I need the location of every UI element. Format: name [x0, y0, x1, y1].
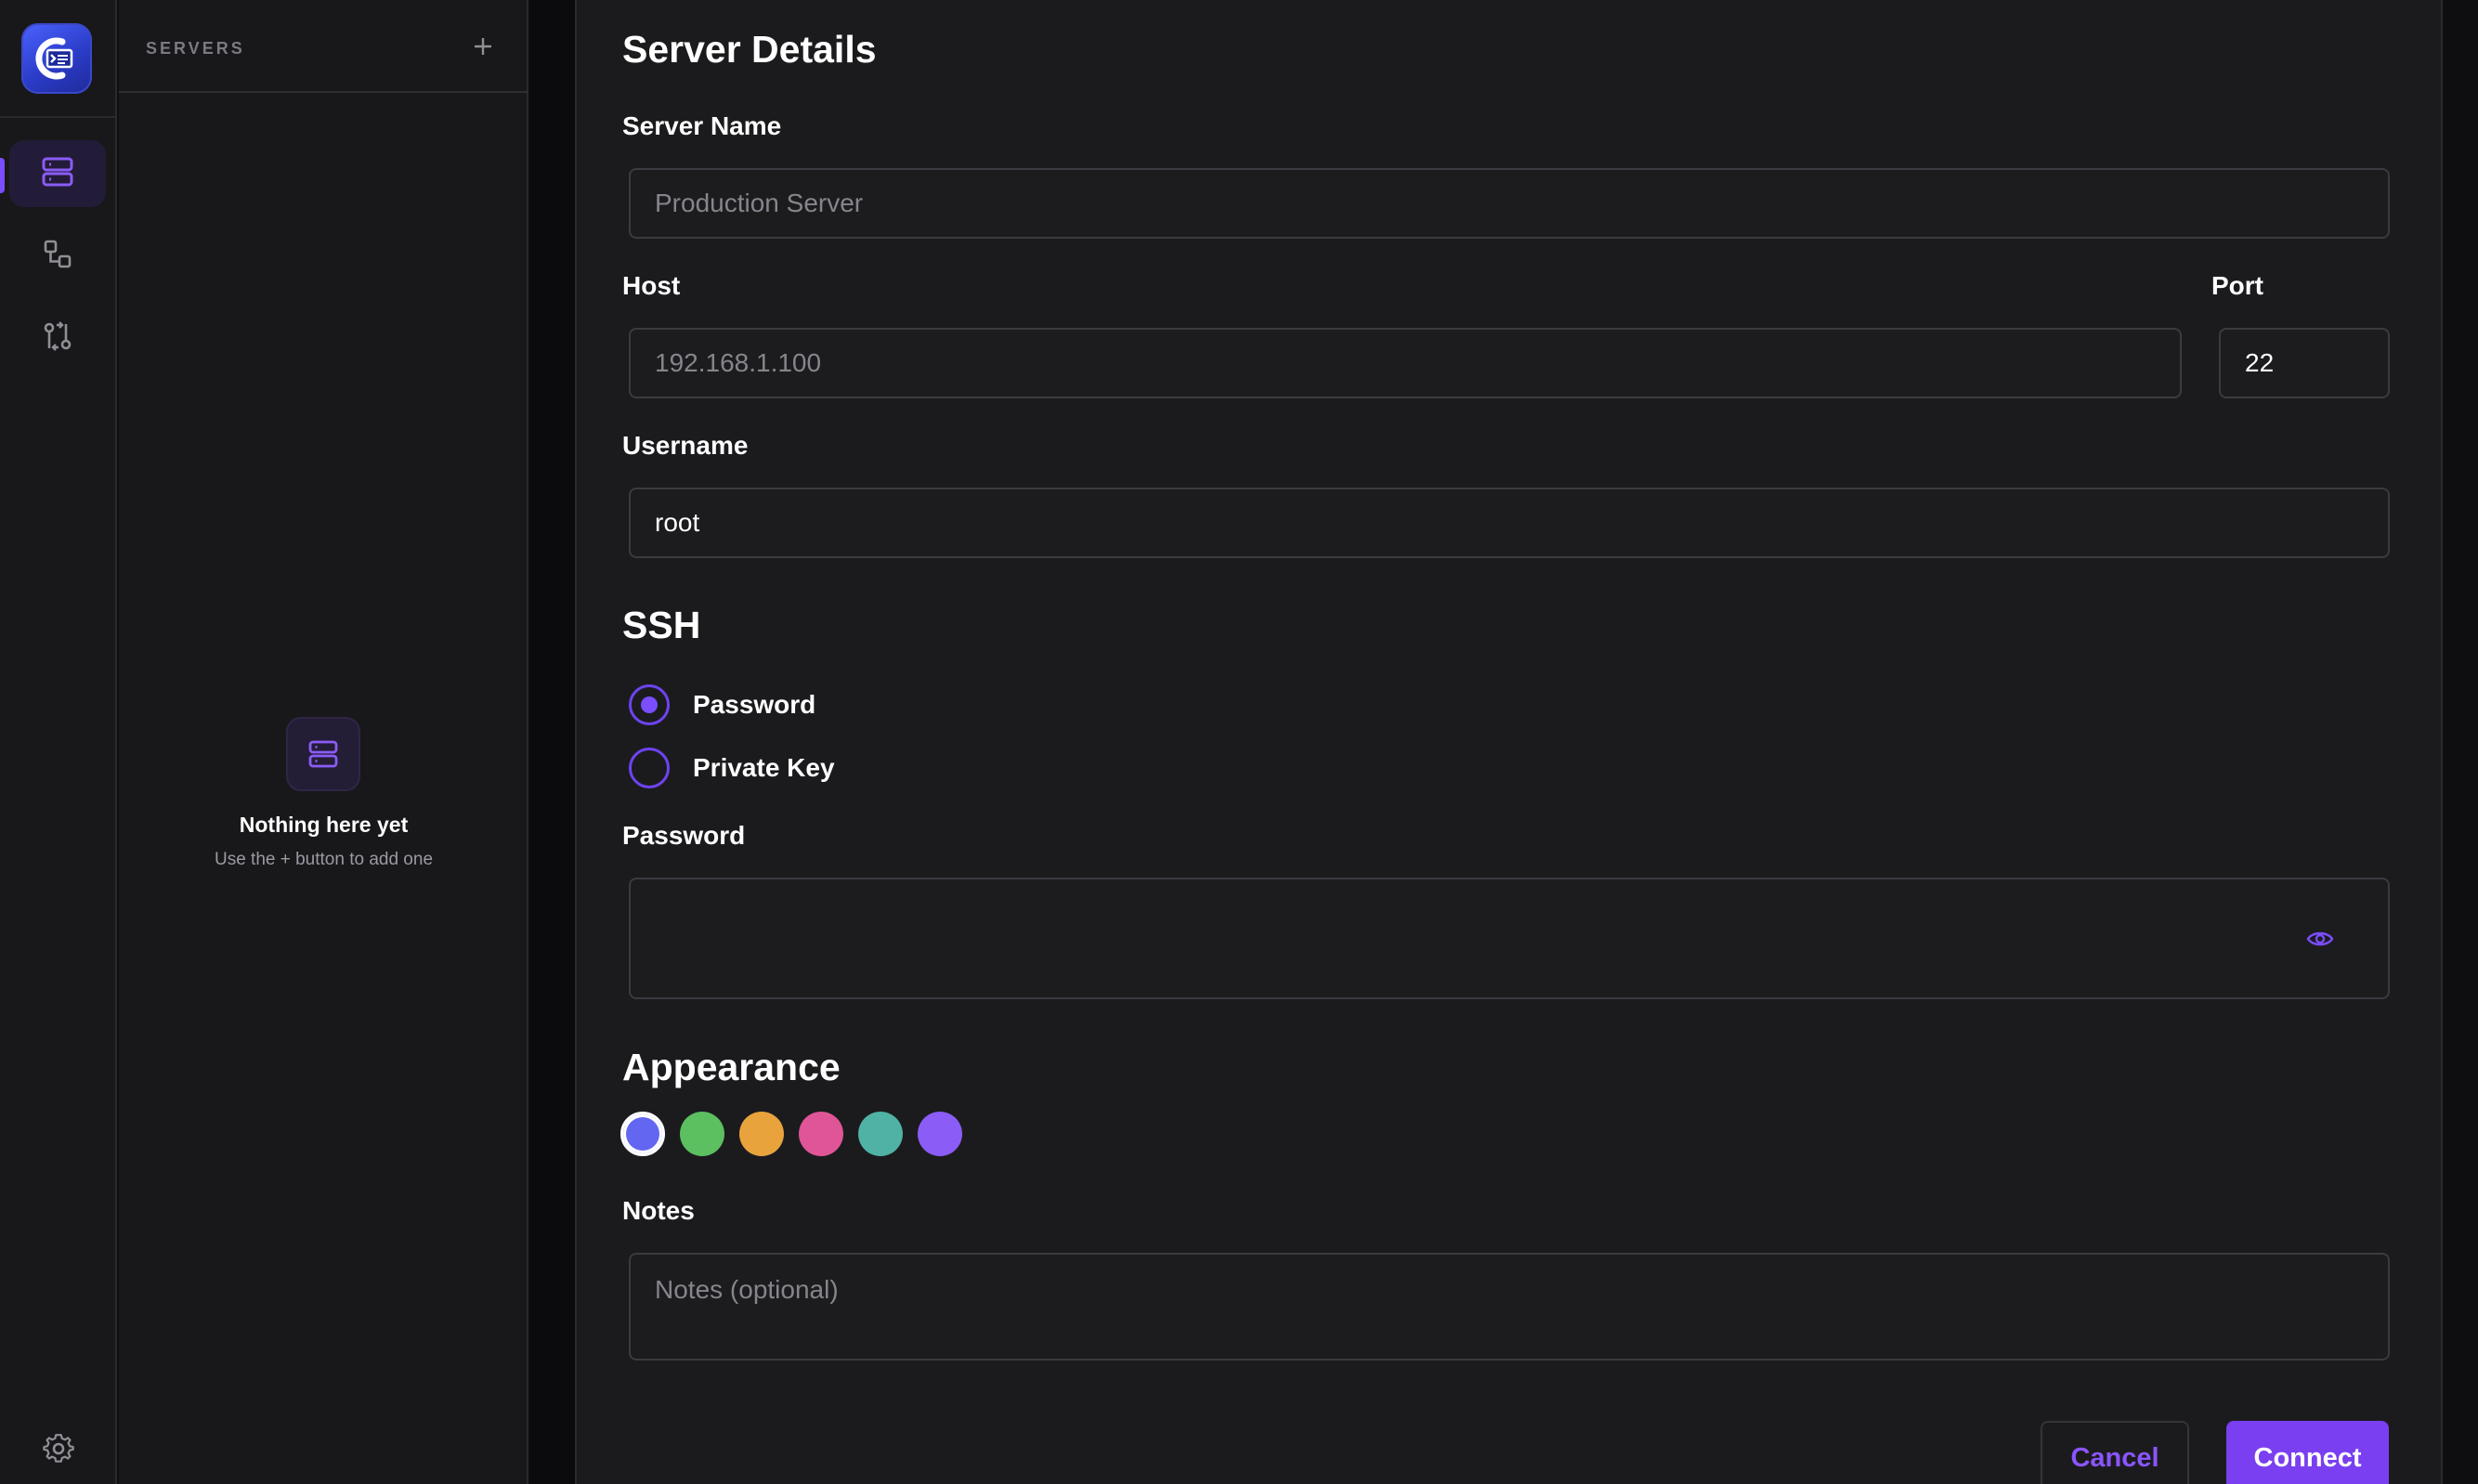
port-label: Port — [2211, 271, 2263, 300]
ssh-private-key-radio-label[interactable]: Private Key — [693, 753, 835, 783]
color-swatch-3[interactable] — [739, 1112, 784, 1156]
ssh-private-key-radio[interactable] — [629, 748, 670, 788]
add-server-button[interactable] — [464, 30, 502, 67]
password-label: Password — [622, 821, 746, 850]
empty-state-title: Nothing here yet — [239, 813, 409, 837]
servers-panel: SERVERS Nothing here yet Use the + butto… — [119, 0, 528, 1484]
appearance-section-title: Appearance — [622, 1046, 841, 1088]
plus-icon — [473, 36, 493, 61]
cancel-button[interactable]: Cancel — [2041, 1421, 2189, 1484]
servers-icon — [41, 156, 74, 192]
page-title: Server Details — [622, 28, 877, 71]
empty-state-subtitle: Use the + button to add one — [214, 850, 434, 869]
server-name-placeholder: Production Server — [655, 189, 864, 217]
nav-servers-button[interactable] — [9, 140, 106, 207]
host-input[interactable]: 192.168.1.100 — [629, 328, 2182, 398]
notes-label: Notes — [622, 1196, 695, 1225]
ssh-section-title: SSH — [622, 604, 701, 646]
username-value: root — [655, 508, 700, 537]
color-swatch-6[interactable] — [918, 1112, 962, 1156]
notes-textarea[interactable]: Notes (optional) — [629, 1253, 2390, 1360]
username-label: Username — [622, 431, 749, 460]
ssh-password-radio-label[interactable]: Password — [693, 690, 815, 720]
notes-placeholder: Notes (optional) — [655, 1275, 839, 1304]
connections-icon — [42, 239, 73, 275]
transfer-icon — [42, 320, 73, 357]
gear-icon — [43, 1433, 74, 1469]
ssh-password-radio[interactable] — [629, 684, 670, 725]
app-logo — [21, 23, 92, 94]
eye-icon[interactable] — [2306, 929, 2334, 949]
username-input[interactable]: root — [629, 488, 2390, 558]
icon-rail — [0, 0, 117, 1484]
empty-state-servers-icon — [286, 717, 360, 791]
server-name-input[interactable]: Production Server — [629, 168, 2390, 239]
color-swatch-5[interactable] — [858, 1112, 903, 1156]
connect-button[interactable]: Connect — [2226, 1421, 2389, 1484]
active-nav-indicator — [0, 158, 5, 193]
server-details-form: Server Details Server Name Production Se… — [575, 0, 2443, 1484]
rail-header — [0, 0, 117, 118]
nav-connections-button[interactable] — [9, 223, 106, 290]
port-input[interactable]: 22 — [2219, 328, 2390, 398]
host-label: Host — [622, 271, 681, 300]
radio-selected-dot — [641, 696, 658, 713]
servers-panel-title: SERVERS — [146, 39, 245, 58]
servers-panel-header: SERVERS — [119, 0, 528, 93]
host-placeholder: 192.168.1.100 — [655, 348, 822, 377]
server-name-label: Server Name — [622, 111, 782, 140]
port-value: 22 — [2245, 348, 2275, 377]
color-swatch-1[interactable] — [620, 1112, 665, 1156]
password-input[interactable] — [629, 878, 2390, 999]
settings-button[interactable] — [31, 1423, 86, 1478]
color-swatch-2[interactable] — [680, 1112, 724, 1156]
window-edge — [2443, 0, 2478, 1484]
app-window: SERVERS Nothing here yet Use the + butto… — [0, 0, 2478, 1484]
panel-gap — [530, 0, 575, 1484]
color-swatch-4[interactable] — [799, 1112, 843, 1156]
nav-transfer-button[interactable] — [9, 305, 106, 371]
